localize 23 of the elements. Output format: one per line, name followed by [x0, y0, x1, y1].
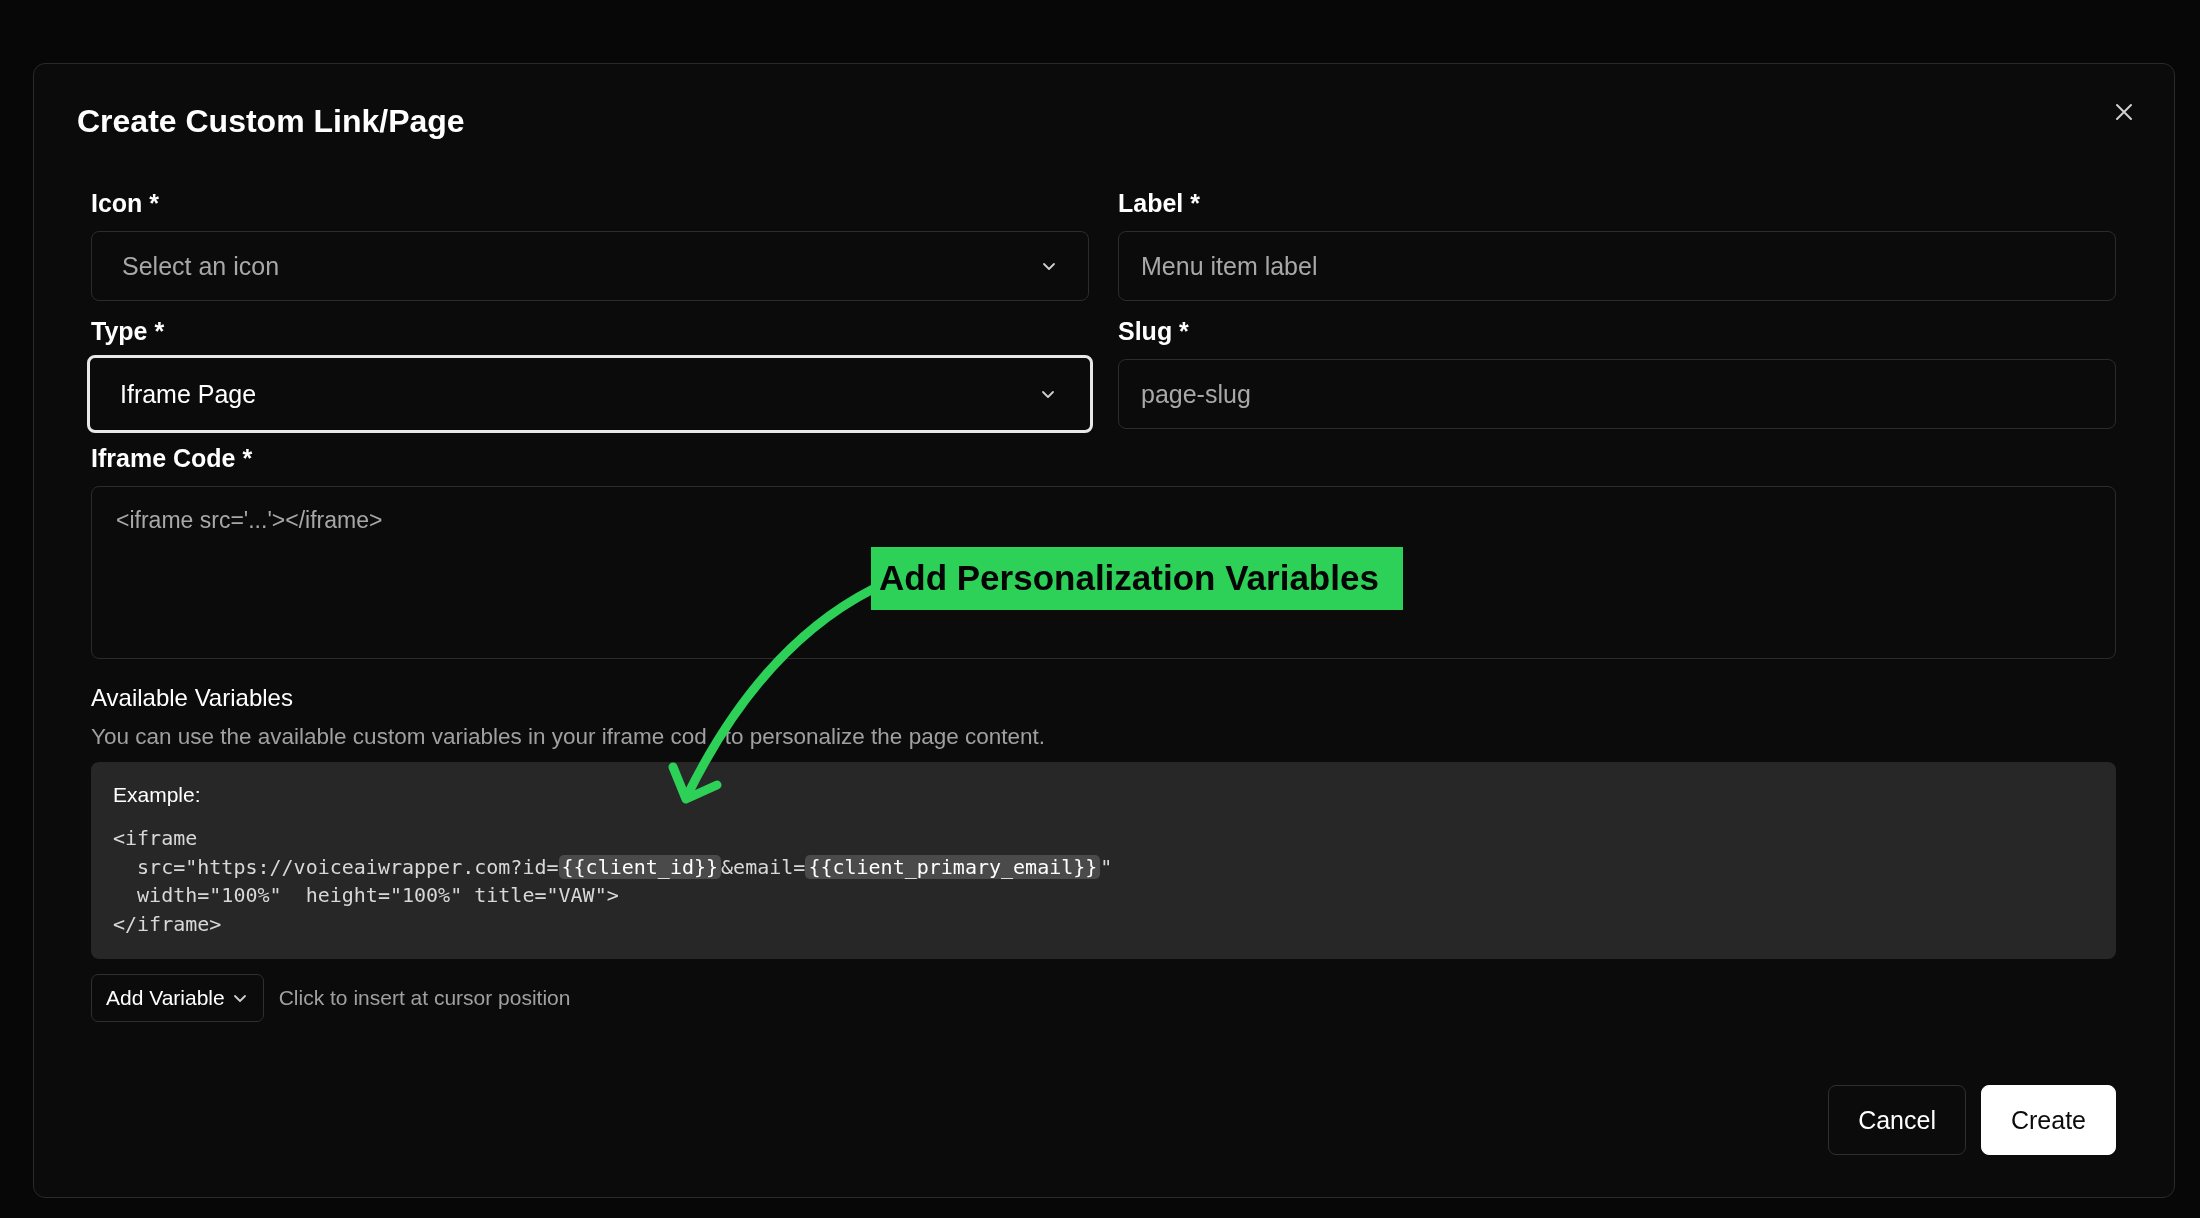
select-field[interactable]: Iframe Page	[87, 355, 1093, 434]
code-line: width="100%" height="100%" title="VAW">	[136, 882, 620, 910]
hint-text: Click to insert at cursor position	[278, 986, 571, 1011]
annotation-label: Add Personalization Variables	[871, 547, 1403, 610]
section-title: Available Variables	[91, 683, 294, 714]
input-field[interactable]: page-slug	[1118, 359, 2116, 430]
code-line: src="https://voiceaiwrapper.com?id={{client_id}}&email={{client_primary_email}}"	[136, 853, 1114, 881]
select-field[interactable]: Select an icon	[91, 231, 1089, 302]
code-line: </iframe>	[113, 910, 223, 938]
input-field[interactable]: Menu item label	[1118, 231, 2116, 302]
section-description: You can use the available custom variables in your iframe cod	[91, 723, 707, 752]
field-label: Slug *	[1118, 316, 1190, 347]
close-icon	[2114, 102, 2134, 122]
field-label: Icon *	[91, 188, 161, 219]
field-label: Label *	[1118, 188, 1201, 219]
code-line: <iframe	[113, 825, 199, 853]
field-label: Type *	[91, 316, 166, 347]
add-variable-button[interactable]: Add Variable	[91, 974, 264, 1023]
field-label: Iframe Code *	[91, 443, 254, 474]
example-label: Example:	[113, 782, 202, 809]
create-button[interactable]: Create	[1980, 1085, 2116, 1155]
dialog-title: Create Custom Link/Page	[77, 102, 466, 141]
cancel-button[interactable]: Cancel	[1828, 1085, 1966, 1155]
